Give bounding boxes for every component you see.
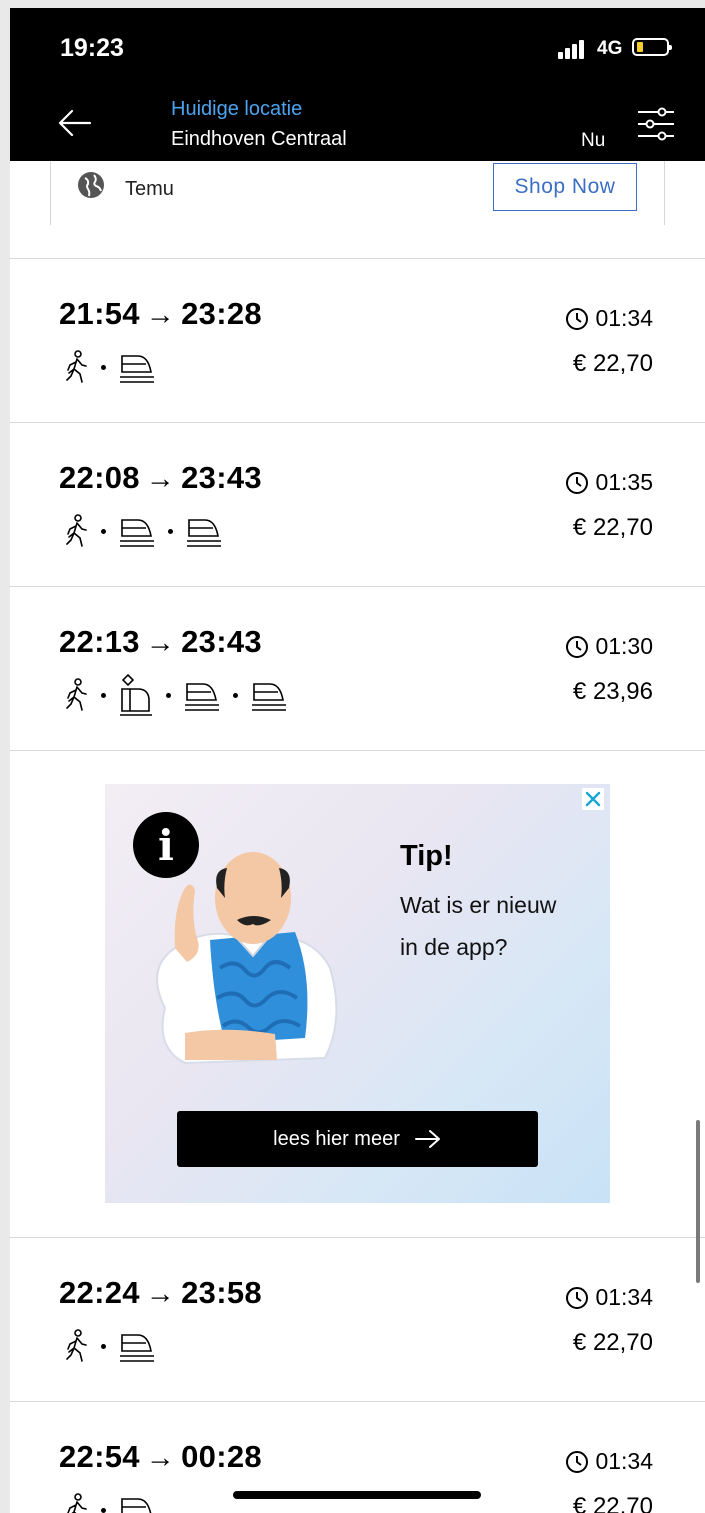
train-icon [120,519,154,547]
trip-row[interactable]: 22:08 → 23:43 01:35 € 22,70 [10,423,705,587]
train-icon [120,355,154,383]
walk-icon [67,1493,87,1513]
duration-value: 01:30 [595,633,653,659]
read-more-button[interactable]: lees hier meer [177,1111,538,1167]
departure-time: 22:13 [59,624,140,659]
trip-legs [65,1490,156,1513]
trip-legs [65,673,288,716]
app-screen: 19:23 4G Huidige locatie Eindhoven Centr… [10,8,705,1513]
trip-row[interactable]: 21:54 → 23:28 01:34 € 22,70 [10,259,705,423]
duration-value: 01:34 [595,305,653,331]
trip-legs [65,1326,156,1366]
trip-price: € 22,70 [572,350,653,377]
trip-duration: 01:35 [565,469,653,496]
shop-now-button[interactable]: Shop Now [493,163,637,211]
location-name[interactable]: Eindhoven Centraal [171,128,347,151]
clock-icon [566,635,589,658]
trip-legs [65,347,156,387]
trip-duration: 01:34 [565,1448,653,1475]
trip-times: 22:13 → 23:43 [59,624,262,660]
train-icon [185,683,219,711]
trip-times: 21:54 → 23:28 [59,296,262,332]
advertiser-name: Temu [125,178,174,200]
bus-icon [120,673,152,716]
train-icon [252,683,286,711]
arrow-right-icon [414,1130,440,1148]
filter-icon[interactable] [636,106,676,142]
globe-icon [78,172,104,198]
trip-duration: 01:30 [565,633,653,660]
trip-row[interactable]: 22:24 → 23:58 01:34 € 22,70 [10,1238,705,1402]
departure-time: 22:08 [59,460,140,495]
arrow-icon: → [145,1442,176,1474]
header-bar: 19:23 4G Huidige locatie Eindhoven Centr… [10,8,705,161]
read-more-label: lees hier meer [273,1127,400,1150]
promo-ad[interactable]: i Tip! Wat is er nieuw in de app? lees h… [105,784,610,1203]
promo-text: Wat is er nieuw in de app? [400,892,557,960]
close-icon[interactable] [582,788,604,810]
walk-icon [66,678,87,711]
duration-value: 01:34 [595,1284,653,1310]
sponsored-ad[interactable]: Temu Shop Now [50,161,665,225]
network-type: 4G [597,38,623,59]
trip-legs [65,511,223,551]
trip-duration: 01:34 [565,1284,653,1311]
walk-icon [66,350,87,383]
promo-title: Tip! [400,840,453,872]
train-icon [187,519,221,547]
walk-icon [66,514,87,547]
duration-value: 01:35 [595,469,653,495]
trip-price: € 22,70 [572,1493,653,1513]
trip-duration: 01:34 [565,305,653,332]
train-icon [121,1498,152,1513]
arrival-time: 23:43 [181,624,262,659]
arrival-time: 00:28 [181,1439,262,1474]
home-indicator[interactable] [233,1491,481,1499]
trip-price: € 22,70 [572,514,653,541]
departure-time: 22:54 [59,1439,140,1474]
divider [10,750,705,751]
trip-price: € 22,70 [572,1329,653,1356]
trip-times: 22:54 → 00:28 [59,1439,262,1475]
departure-time: 22:24 [59,1275,140,1310]
arrow-icon: → [145,627,176,659]
clock-icon [566,1286,589,1309]
arrival-time: 23:43 [181,460,262,495]
clock-icon [566,1450,589,1473]
signal-icon [558,39,590,59]
location-label[interactable]: Huidige locatie [171,98,302,121]
status-time: 19:23 [60,34,124,62]
departure-time-selector[interactable]: Nu [581,130,605,152]
trip-times: 22:24 → 23:58 [59,1275,262,1311]
trip-price: € 23,96 [572,678,653,705]
battery-icon [632,38,672,56]
clock-icon [566,471,589,494]
scrollbar[interactable] [696,1120,700,1283]
arrow-icon: → [145,1278,176,1310]
arrival-time: 23:58 [181,1275,262,1310]
arrival-time: 23:28 [181,296,262,331]
duration-value: 01:34 [595,1448,653,1474]
clock-icon [566,307,589,330]
arrow-icon: → [145,463,176,495]
arrow-icon: → [145,299,176,331]
trip-row[interactable]: 22:13 → 23:43 01:30 € 23,96 [10,587,705,751]
trip-times: 22:08 → 23:43 [59,460,262,496]
walk-icon [66,1329,87,1362]
info-icon: i [133,812,199,878]
departure-time: 21:54 [59,296,140,331]
back-arrow-icon[interactable] [56,104,94,142]
train-icon [120,1334,154,1362]
